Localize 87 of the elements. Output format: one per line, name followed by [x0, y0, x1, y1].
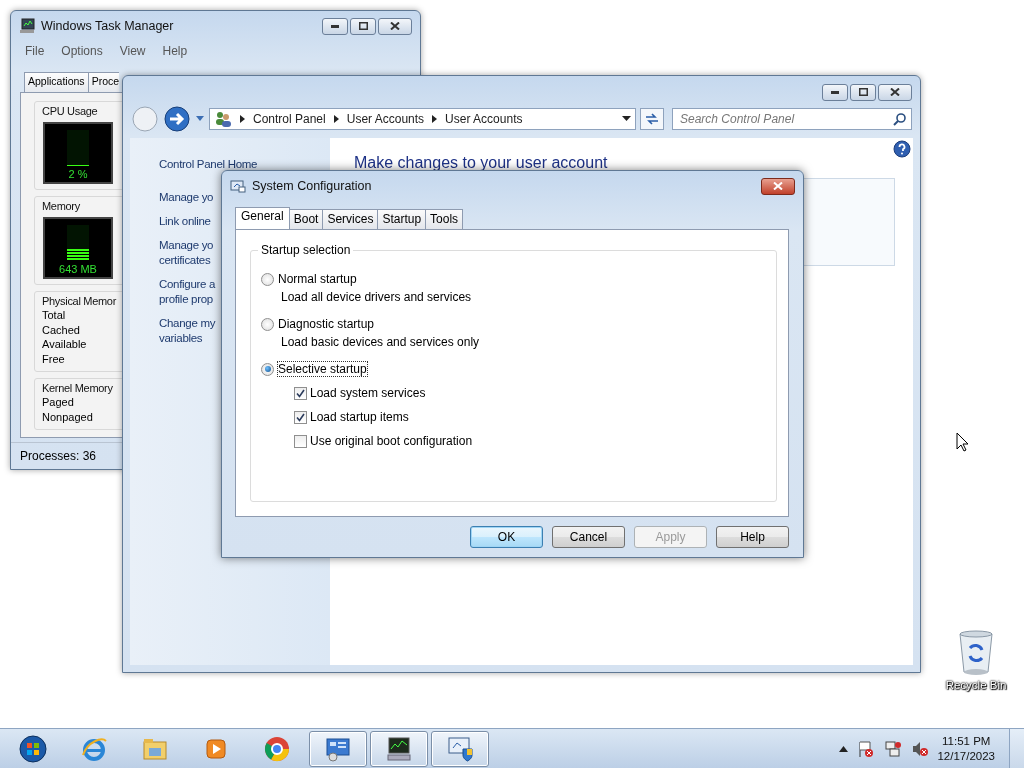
checkbox-label[interactable]: Load system services [310, 386, 426, 400]
checkbox-label[interactable]: Load startup items [310, 410, 409, 424]
option-label[interactable]: Diagnostic startup [278, 317, 375, 331]
maximize-button[interactable] [350, 17, 376, 35]
window-title: System Configuration [252, 179, 373, 193]
dialog-button[interactable]: Cancel [552, 526, 625, 548]
menu-item[interactable]: Help [162, 44, 188, 60]
dropdown-icon[interactable] [622, 116, 631, 122]
pointer-icon [956, 432, 969, 452]
tab[interactable]: Startup [377, 209, 427, 229]
help-icon[interactable] [893, 140, 911, 158]
search-field[interactable]: Search Control Panel [672, 108, 912, 130]
stat-label: Nonpaged [42, 409, 94, 424]
group-label: Kernel Memory [42, 382, 114, 394]
radio-button[interactable] [261, 272, 274, 286]
meter-reading: 2 % [68, 167, 88, 182]
tab[interactable]: Services [322, 209, 379, 229]
maximize-button[interactable] [850, 83, 876, 101]
forward-button[interactable] [163, 105, 191, 133]
stat-label: Free [42, 351, 66, 366]
refresh-icon [644, 112, 660, 126]
breadcrumb-item[interactable]: User Accounts [346, 112, 425, 126]
close-icon [390, 22, 400, 30]
taskbar-button[interactable] [370, 730, 428, 767]
refresh-button[interactable] [640, 108, 664, 130]
menu-item[interactable]: File [25, 44, 45, 60]
dialog-button[interactable]: OK [470, 526, 543, 548]
breadcrumb-item[interactable]: Control Panel [253, 112, 326, 126]
dialog-button[interactable]: Help [716, 526, 789, 548]
sidebar-link[interactable]: Control Panel Home [159, 157, 330, 172]
recycle-bin-icon[interactable] [958, 630, 994, 676]
tab[interactable]: Tools [425, 209, 464, 229]
icon-label[interactable]: Recycle Bin [945, 679, 1007, 691]
close-button[interactable] [878, 83, 912, 101]
close-icon [773, 182, 783, 190]
minimize-button[interactable] [322, 17, 348, 35]
radio-button[interactable] [261, 362, 274, 376]
clock-time[interactable]: 11:51 PM [942, 733, 991, 749]
chevron-icon [333, 115, 339, 123]
checkbox[interactable] [294, 386, 307, 400]
stat-label: Cached [42, 322, 81, 337]
tab[interactable]: Proce [87, 72, 120, 92]
group-label: CPU Usage [42, 105, 99, 117]
chevron-icon [240, 115, 245, 123]
search-icon[interactable] [893, 112, 907, 126]
menu-item[interactable]: Options [61, 44, 103, 60]
monitor-icon [19, 18, 35, 34]
chevron-icon [432, 115, 438, 123]
option-description: Load all device drivers and services [281, 290, 473, 304]
maximize-icon [858, 88, 868, 96]
group-label: Startup selection [258, 243, 354, 257]
window-title: Windows Task Manager [41, 19, 175, 33]
close-button[interactable] [378, 17, 412, 35]
address-bar[interactable]: Control Panel User Accounts User Accounts [209, 108, 636, 130]
stat-label: Total [42, 308, 67, 323]
close-button[interactable] [761, 177, 795, 195]
minimize-icon [331, 24, 339, 28]
monitor-icon [385, 734, 413, 763]
chrome-icon [263, 734, 291, 763]
option-description: Load basic devices and services only [281, 335, 481, 349]
users-icon [214, 111, 232, 127]
menu-item[interactable]: View [119, 44, 146, 60]
tab[interactable]: Applications [24, 72, 89, 92]
maximize-icon [358, 22, 368, 30]
page-heading: Make changes to your user account [354, 154, 609, 172]
stat-label: Available [42, 337, 88, 352]
tab[interactable]: General [235, 207, 290, 229]
group-label: Physical Memor [42, 295, 118, 307]
minimize-icon [831, 90, 839, 94]
close-icon [890, 88, 900, 96]
checkbox[interactable] [294, 410, 307, 424]
monitor-shield-icon [446, 734, 474, 763]
minimize-button[interactable] [822, 83, 848, 101]
breadcrumb-item[interactable]: User Accounts [445, 112, 523, 126]
stat-label: Paged [42, 395, 75, 410]
flag-icon[interactable] [857, 739, 876, 758]
network-icon[interactable] [884, 739, 903, 758]
option-label[interactable]: Normal startup [278, 272, 357, 286]
option-label[interactable]: Selective startup [278, 362, 367, 376]
radio-button[interactable] [261, 317, 274, 331]
show-hidden-icons-button[interactable] [839, 745, 849, 752]
group-label: Memory [42, 200, 81, 212]
meter-reading: 643 MB [59, 262, 97, 277]
window-icon [230, 179, 246, 193]
clock-date[interactable]: 12/17/2023 [937, 748, 995, 764]
windows-logo-icon [19, 734, 47, 763]
checkbox[interactable] [294, 434, 307, 448]
